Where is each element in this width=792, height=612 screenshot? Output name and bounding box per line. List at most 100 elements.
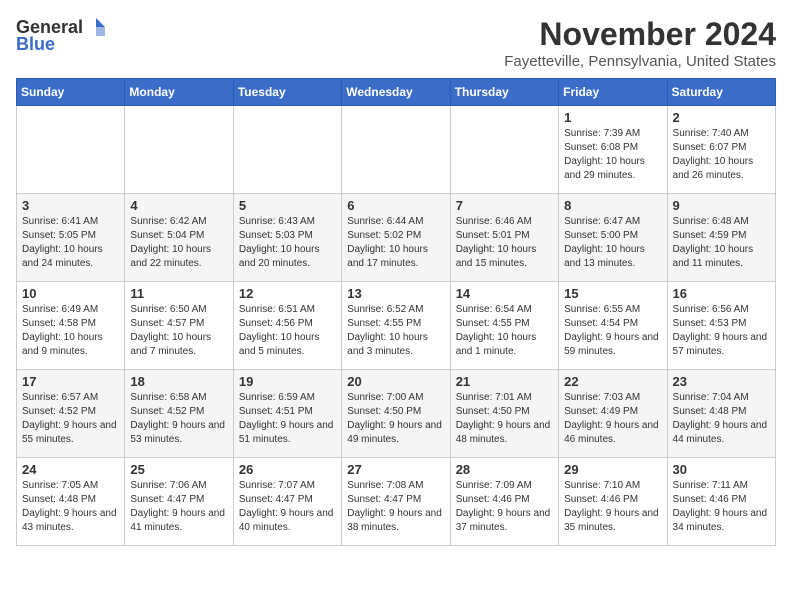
day-cell: 29 Sunrise: 7:10 AMSunset: 4:46 PMDayligh… — [559, 458, 667, 546]
day-number: 12 — [239, 286, 336, 301]
day-number: 9 — [673, 198, 770, 213]
day-number: 4 — [130, 198, 227, 213]
day-cell: 2 Sunrise: 7:40 AMSunset: 6:07 PMDaylight… — [667, 106, 775, 194]
day-number: 1 — [564, 110, 661, 125]
day-number: 27 — [347, 462, 444, 477]
day-cell: 6 Sunrise: 6:44 AMSunset: 5:02 PMDaylight… — [342, 194, 450, 282]
week-row-5: 24 Sunrise: 7:05 AMSunset: 4:48 PMDayligh… — [17, 458, 776, 546]
day-cell: 19 Sunrise: 6:59 AMSunset: 4:51 PMDayligh… — [233, 370, 341, 458]
day-info: Sunrise: 6:49 AMSunset: 4:58 PMDaylight:… — [22, 303, 119, 359]
day-info: Sunrise: 7:10 AMSunset: 4:46 PMDaylight:… — [564, 479, 661, 535]
day-number: 5 — [239, 198, 336, 213]
day-cell — [17, 106, 125, 194]
day-number: 16 — [673, 286, 770, 301]
header-row: SundayMondayTuesdayWednesdayThursdayFrid… — [17, 79, 776, 106]
day-cell: 5 Sunrise: 6:43 AMSunset: 5:03 PMDaylight… — [233, 194, 341, 282]
day-cell: 23 Sunrise: 7:04 AMSunset: 4:48 PMDayligh… — [667, 370, 775, 458]
logo-icon — [85, 16, 107, 38]
day-info: Sunrise: 6:52 AMSunset: 4:55 PMDaylight:… — [347, 303, 444, 359]
day-info: Sunrise: 6:51 AMSunset: 4:56 PMDaylight:… — [239, 303, 336, 359]
location-subtitle: Fayetteville, Pennsylvania, United State… — [504, 53, 776, 70]
day-number: 11 — [130, 286, 227, 301]
week-row-3: 10 Sunrise: 6:49 AMSunset: 4:58 PMDayligh… — [17, 282, 776, 370]
day-number: 26 — [239, 462, 336, 477]
day-info: Sunrise: 6:48 AMSunset: 4:59 PMDaylight:… — [673, 215, 770, 271]
header-cell-thursday: Thursday — [450, 79, 558, 106]
day-number: 6 — [347, 198, 444, 213]
header-cell-tuesday: Tuesday — [233, 79, 341, 106]
day-number: 13 — [347, 286, 444, 301]
day-info: Sunrise: 6:55 AMSunset: 4:54 PMDaylight:… — [564, 303, 661, 359]
day-info: Sunrise: 6:54 AMSunset: 4:55 PMDaylight:… — [456, 303, 553, 359]
day-cell: 21 Sunrise: 7:01 AMSunset: 4:50 PMDayligh… — [450, 370, 558, 458]
day-info: Sunrise: 6:58 AMSunset: 4:52 PMDaylight:… — [130, 391, 227, 447]
day-cell: 16 Sunrise: 6:56 AMSunset: 4:53 PMDayligh… — [667, 282, 775, 370]
day-cell: 12 Sunrise: 6:51 AMSunset: 4:56 PMDayligh… — [233, 282, 341, 370]
day-info: Sunrise: 6:44 AMSunset: 5:02 PMDaylight:… — [347, 215, 444, 271]
header: General Blue November 2024 Fayetteville,… — [16, 16, 776, 70]
day-cell: 18 Sunrise: 6:58 AMSunset: 4:52 PMDayligh… — [125, 370, 233, 458]
day-number: 24 — [22, 462, 119, 477]
day-number: 2 — [673, 110, 770, 125]
day-info: Sunrise: 7:05 AMSunset: 4:48 PMDaylight:… — [22, 479, 119, 535]
day-cell: 14 Sunrise: 6:54 AMSunset: 4:55 PMDayligh… — [450, 282, 558, 370]
calendar-table: SundayMondayTuesdayWednesdayThursdayFrid… — [16, 78, 776, 546]
title-area: November 2024 Fayetteville, Pennsylvania… — [504, 16, 776, 70]
header-cell-saturday: Saturday — [667, 79, 775, 106]
header-cell-sunday: Sunday — [17, 79, 125, 106]
day-number: 21 — [456, 374, 553, 389]
day-info: Sunrise: 7:01 AMSunset: 4:50 PMDaylight:… — [456, 391, 553, 447]
header-cell-monday: Monday — [125, 79, 233, 106]
header-cell-friday: Friday — [559, 79, 667, 106]
day-cell: 24 Sunrise: 7:05 AMSunset: 4:48 PMDayligh… — [17, 458, 125, 546]
day-info: Sunrise: 7:07 AMSunset: 4:47 PMDaylight:… — [239, 479, 336, 535]
week-row-2: 3 Sunrise: 6:41 AMSunset: 5:05 PMDaylight… — [17, 194, 776, 282]
day-cell: 27 Sunrise: 7:08 AMSunset: 4:47 PMDayligh… — [342, 458, 450, 546]
day-info: Sunrise: 6:59 AMSunset: 4:51 PMDaylight:… — [239, 391, 336, 447]
day-info: Sunrise: 6:56 AMSunset: 4:53 PMDaylight:… — [673, 303, 770, 359]
day-number: 18 — [130, 374, 227, 389]
month-title: November 2024 — [504, 16, 776, 53]
day-info: Sunrise: 7:08 AMSunset: 4:47 PMDaylight:… — [347, 479, 444, 535]
day-cell: 11Sunrise: 6:50 AMSunset: 4:57 PMDayligh… — [125, 282, 233, 370]
day-cell: 15Sunrise: 6:55 AMSunset: 4:54 PMDayligh… — [559, 282, 667, 370]
day-number: 17 — [22, 374, 119, 389]
day-info: Sunrise: 7:40 AMSunset: 6:07 PMDaylight:… — [673, 127, 770, 183]
day-number: 10 — [22, 286, 119, 301]
day-cell: 28 Sunrise: 7:09 AMSunset: 4:46 PMDayligh… — [450, 458, 558, 546]
day-info: Sunrise: 7:06 AMSunset: 4:47 PMDaylight:… — [130, 479, 227, 535]
day-cell — [450, 106, 558, 194]
day-cell: 26 Sunrise: 7:07 AMSunset: 4:47 PMDayligh… — [233, 458, 341, 546]
day-cell: 17Sunrise: 6:57 AMSunset: 4:52 PMDayligh… — [17, 370, 125, 458]
day-number: 19 — [239, 374, 336, 389]
day-cell: 20Sunrise: 7:00 AMSunset: 4:50 PMDayligh… — [342, 370, 450, 458]
day-info: Sunrise: 6:41 AMSunset: 5:05 PMDaylight:… — [22, 215, 119, 271]
day-number: 22 — [564, 374, 661, 389]
day-number: 3 — [22, 198, 119, 213]
logo-blue: Blue — [16, 34, 55, 55]
day-cell — [342, 106, 450, 194]
day-info: Sunrise: 6:43 AMSunset: 5:03 PMDaylight:… — [239, 215, 336, 271]
day-info: Sunrise: 7:04 AMSunset: 4:48 PMDaylight:… — [673, 391, 770, 447]
day-number: 23 — [673, 374, 770, 389]
day-info: Sunrise: 6:46 AMSunset: 5:01 PMDaylight:… — [456, 215, 553, 271]
day-number: 29 — [564, 462, 661, 477]
logo: General Blue — [16, 16, 107, 55]
day-cell: 1 Sunrise: 7:39 AMSunset: 6:08 PMDaylight… — [559, 106, 667, 194]
day-cell: 4Sunrise: 6:42 AMSunset: 5:04 PMDaylight… — [125, 194, 233, 282]
day-cell: 10 Sunrise: 6:49 AMSunset: 4:58 PMDayligh… — [17, 282, 125, 370]
day-cell: 22Sunrise: 7:03 AMSunset: 4:49 PMDayligh… — [559, 370, 667, 458]
day-number: 8 — [564, 198, 661, 213]
day-info: Sunrise: 7:11 AMSunset: 4:46 PMDaylight:… — [673, 479, 770, 535]
day-cell: 8Sunrise: 6:47 AMSunset: 5:00 PMDaylight… — [559, 194, 667, 282]
day-info: Sunrise: 7:09 AMSunset: 4:46 PMDaylight:… — [456, 479, 553, 535]
day-info: Sunrise: 7:39 AMSunset: 6:08 PMDaylight:… — [564, 127, 661, 183]
day-number: 25 — [130, 462, 227, 477]
day-number: 7 — [456, 198, 553, 213]
day-number: 14 — [456, 286, 553, 301]
week-row-4: 17Sunrise: 6:57 AMSunset: 4:52 PMDayligh… — [17, 370, 776, 458]
day-cell: 13 Sunrise: 6:52 AMSunset: 4:55 PMDayligh… — [342, 282, 450, 370]
day-cell: 9 Sunrise: 6:48 AMSunset: 4:59 PMDaylight… — [667, 194, 775, 282]
day-cell — [233, 106, 341, 194]
day-number: 28 — [456, 462, 553, 477]
